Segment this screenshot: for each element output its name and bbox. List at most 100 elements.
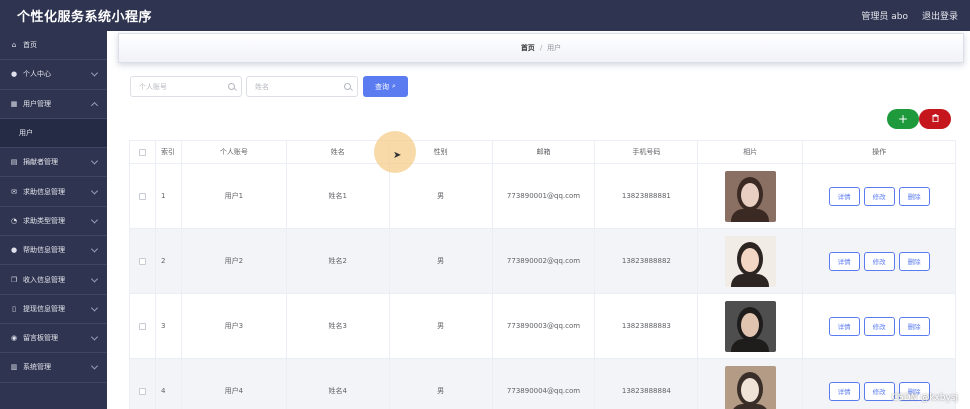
chevron-down-icon (90, 274, 99, 283)
add-button[interactable]: + (887, 109, 919, 129)
checkbox[interactable] (138, 257, 146, 265)
name-search-placeholder: 姓名 (255, 82, 269, 91)
name-search-input[interactable]: 姓名 (246, 76, 358, 97)
user-photo (724, 170, 776, 222)
sidebar-item-7[interactable]: ❐ 收入信息管理 (0, 265, 107, 295)
detail-button[interactable]: 详情 (828, 381, 860, 401)
cell-phone: 13823888881 (595, 164, 699, 229)
sidebar-item-5[interactable]: ◔ 求助类型管理 (0, 207, 107, 237)
cell-gender: 男 (389, 164, 493, 229)
row-checkbox-cell[interactable] (130, 359, 156, 409)
delete-button[interactable]: 删除 (898, 186, 930, 206)
sidebar-item-6[interactable]: ● 帮助信息管理 (0, 236, 107, 266)
sidebar-item-10[interactable]: ▥ 系统管理 (0, 353, 107, 383)
chevron-down-icon (90, 333, 99, 341)
sidebar-item-label: 首页 (23, 41, 37, 50)
phone-icon: ▯ (12, 304, 16, 313)
sidebar-item-1[interactable]: ● 个人中心 (0, 60, 107, 90)
sidebar-item-4[interactable]: ✉ 求助信息管理 (0, 177, 107, 207)
cell-email: 773890003@qq.com (492, 294, 596, 359)
checkbox[interactable] (138, 192, 146, 200)
cell-index: 2 (155, 229, 182, 294)
cell-operations: 详情 修改 删除 (803, 164, 956, 229)
sidebar: ⌂ 首页 ● 个人中心 ▦ 用户管理 用户 ▤ 捐献者管理 ✉ 求助信息管理 ◔ 求助类型管理 ● 帮助信息… (0, 31, 107, 409)
sidebar-item-9[interactable]: ◉ 留言板管理 (0, 324, 107, 354)
detail-button[interactable]: 详情 (828, 316, 860, 336)
sidebar-item-3[interactable]: ▤ 捐献者管理 (0, 148, 107, 178)
row-checkbox-cell[interactable] (130, 229, 156, 294)
header-photo: 相片 (698, 141, 804, 164)
edit-button[interactable]: 修改 (863, 186, 895, 206)
grid-icon: ▤ (10, 158, 18, 167)
row-checkbox-cell[interactable] (130, 164, 156, 229)
logout-link[interactable]: 退出登录 (922, 9, 958, 22)
header-operations: 操作 (803, 141, 956, 164)
chevron-down-icon (90, 187, 99, 195)
row-checkbox-cell[interactable] (130, 294, 156, 359)
sidebar-item-label: 提现信息管理 (23, 304, 65, 313)
sidebar-subitem-users[interactable]: 用户 (0, 118, 107, 149)
header-account: 个人账号 (181, 141, 287, 164)
cell-name: 姓名2 (286, 229, 390, 294)
detail-button[interactable]: 详情 (828, 186, 860, 206)
chevron-down-icon (90, 362, 99, 370)
checkbox[interactable] (138, 387, 146, 395)
edit-button[interactable]: 修改 (863, 251, 895, 271)
cell-account: 用户4 (182, 359, 287, 409)
checkbox[interactable] (138, 148, 146, 156)
header-email: 邮箱 (492, 141, 596, 164)
cell-name: 姓名1 (286, 164, 390, 229)
cell-gender: 男 (389, 229, 493, 294)
cell-index: 4 (156, 359, 182, 409)
checkbox[interactable] (138, 322, 146, 330)
cell-name: 姓名4 (287, 359, 390, 409)
breadcrumb-home[interactable]: 首页 (521, 43, 535, 53)
pin-icon: ◉ (10, 334, 18, 343)
sidebar-item-label: 求助信息管理 (23, 187, 65, 196)
edit-button[interactable]: 修改 (863, 316, 895, 336)
header-index: 索引 (155, 141, 182, 164)
query-button[interactable]: 查询 ⌕ (363, 76, 408, 97)
cell-email: 773890004@qq.com (493, 359, 596, 409)
table-row: 1 用户1 姓名1 男 773890001@qq.com 13823888881 详情 修改删… (130, 164, 956, 229)
mouse-cursor-icon: ➤ (393, 150, 402, 161)
cell-operations: 详情 修改 删除 (803, 294, 956, 359)
top-right-actions: 管理员 abo 退出登录 (861, 0, 958, 31)
sidebar-item-8[interactable]: ▯ 提现信息管理 (0, 295, 107, 324)
cell-account: 用户2 (181, 229, 287, 294)
detail-button[interactable]: 详情 (828, 251, 860, 271)
search-icon (228, 83, 235, 90)
person-icon: ● (10, 246, 18, 255)
delete-button[interactable]: 删除 (898, 316, 930, 336)
breadcrumb-current: 用户 (547, 44, 562, 52)
user-photo (724, 300, 776, 352)
user-icon: ● (10, 70, 18, 79)
cell-index: 1 (155, 164, 182, 229)
account-search-input[interactable]: 个人账号 (130, 76, 242, 97)
watermark: CSDN @kxbysj (891, 393, 958, 403)
edit-button[interactable]: 修改 (863, 381, 895, 401)
chevron-down-icon (90, 216, 99, 224)
sidebar-item-0[interactable]: ⌂ 首页 (0, 31, 107, 61)
sidebar-item-label: 帮助信息管理 (23, 246, 65, 255)
cell-email: 773890001@qq.com (492, 164, 596, 229)
account-search-placeholder: 个人账号 (139, 82, 167, 91)
user-photo (724, 235, 776, 287)
breadcrumb-separator: / (539, 44, 543, 52)
home-icon: ⌂ (11, 41, 17, 50)
table-header-row: 索引 个人账号 姓名 性别 邮箱 手机号码 相片 操作 (130, 141, 956, 164)
cell-operations: 详情 修改 删除 (803, 229, 956, 294)
chevron-up-icon (90, 101, 99, 109)
cell-phone: 13823888884 (595, 359, 699, 409)
compass-icon: ◔ (10, 216, 18, 225)
sidebar-item-label: 个人中心 (23, 70, 51, 79)
cell-account: 用户1 (181, 164, 287, 229)
copy-icon: ❐ (10, 275, 18, 284)
cell-gender: 男 (390, 359, 493, 409)
user-table: 索引 个人账号 姓名 性别 邮箱 手机号码 相片 操作 1 用户1 姓名1 男 7738… (129, 140, 956, 409)
sidebar-item-2[interactable]: ▦ 用户管理 (0, 90, 107, 119)
delete-button[interactable]: 删除 (898, 251, 930, 271)
header-select-all[interactable] (130, 141, 156, 164)
batch-delete-button[interactable] (919, 109, 951, 129)
sidebar-item-label: 留言板管理 (23, 334, 58, 343)
